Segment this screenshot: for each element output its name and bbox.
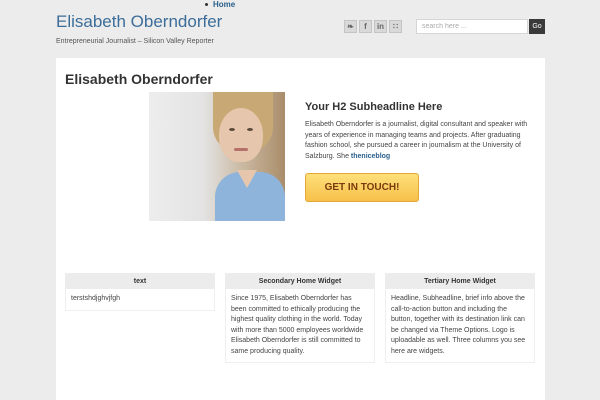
widget-tertiary: Tertiary Home Widget Headline, Subheadli… [385,273,535,363]
widget-body: Since 1975, Elisabeth Oberndorfer has be… [225,289,375,363]
subheadline: Your H2 Subheadline Here [305,101,443,113]
twitter-icon[interactable]: ❧ [344,20,357,33]
bullet-icon [205,3,208,7]
widget-title: Secondary Home Widget [225,273,375,289]
search-input[interactable] [416,19,528,34]
get-in-touch-button[interactable]: GET IN TOUCH! [305,173,419,202]
widget-secondary: Secondary Home Widget Since 1975, Elisab… [225,273,375,363]
top-nav: Home [205,0,235,10]
widget-body: terstshdjghvjfgh [65,289,215,311]
profile-photo [149,92,285,221]
rss-icon[interactable]: ∷ [389,20,402,33]
nav-home-link[interactable]: Home [213,0,235,9]
widget-body: Headline, Subheadline, brief info above … [385,289,535,363]
widget-title: Tertiary Home Widget [385,273,535,289]
site-title[interactable]: Elisabeth Oberndorfer [56,12,222,32]
main-content: Elisabeth Oberndorfer Your H2 Subheadlin… [56,58,545,400]
widget-title: text [65,273,215,289]
page-title: Elisabeth Oberndorfer [65,71,213,87]
facebook-icon[interactable]: f [359,20,372,33]
social-icons: ❧ f in ∷ [344,20,402,33]
bio-body: Elisabeth Oberndorfer is a journalist, d… [305,121,528,160]
site-description: Entrepreneurial Journalist – Silicon Val… [56,38,214,45]
bio-text: Elisabeth Oberndorfer is a journalist, d… [305,120,537,162]
linkedin-icon[interactable]: in [374,20,387,33]
search-go-button[interactable]: Go [529,19,545,34]
widget-text: text terstshdjghvjfgh [65,273,215,311]
bio-link[interactable]: theniceblog [351,153,390,160]
